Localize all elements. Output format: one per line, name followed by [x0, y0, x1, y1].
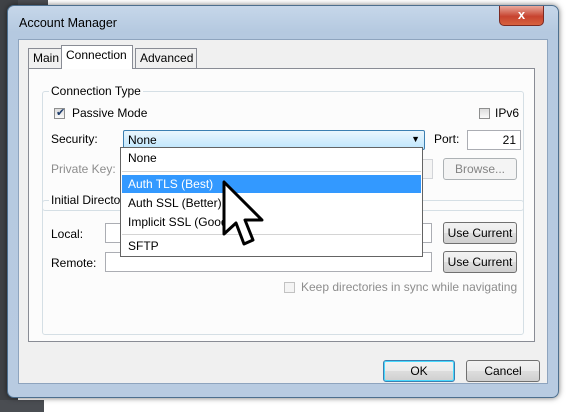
private-key-label: Private Key:	[51, 162, 116, 176]
close-button[interactable]: x	[499, 6, 544, 26]
use-current-label: Use Current	[447, 226, 513, 240]
dropdown-separator	[122, 171, 421, 172]
port-field[interactable]: 21	[467, 130, 521, 150]
port-label: Port:	[434, 132, 460, 146]
remote-label: Remote:	[51, 256, 97, 270]
ok-button-label: OK	[410, 364, 428, 378]
dropdown-arrow-icon: ▼	[411, 134, 420, 144]
remote-use-current-button[interactable]: Use Current	[443, 251, 517, 273]
tab-main[interactable]: Main	[28, 48, 62, 68]
keep-in-sync-checkbox[interactable]	[284, 282, 295, 293]
keep-in-sync-label: Keep directories in sync while navigatin…	[301, 280, 518, 294]
dropdown-separator	[122, 234, 421, 235]
security-option-implicit-ssl[interactable]: Implicit SSL (Good)	[122, 213, 421, 231]
security-selected-value: None	[128, 133, 157, 147]
tab-advanced[interactable]: Advanced	[135, 48, 197, 68]
tab-connection[interactable]: Connection	[61, 45, 133, 69]
browse-button-label: Browse...	[454, 162, 505, 176]
connection-type-legend: Connection Type	[49, 84, 143, 98]
use-current-label: Use Current	[447, 255, 513, 269]
option-label: Auth TLS (Best)	[128, 177, 214, 191]
security-option-auth-ssl[interactable]: Auth SSL (Better)	[122, 194, 421, 212]
option-label: Auth SSL (Better)	[128, 196, 222, 210]
cancel-button-label: Cancel	[484, 364, 522, 378]
port-value: 21	[502, 133, 516, 147]
close-icon: x	[517, 7, 526, 22]
desktop-background-bottom	[0, 400, 44, 412]
security-label: Security:	[51, 132, 98, 146]
security-option-sftp[interactable]: SFTP	[122, 237, 421, 255]
security-option-auth-tls[interactable]: Auth TLS (Best)	[122, 175, 421, 193]
tab-label: Main	[33, 51, 60, 65]
mouse-pointer-icon	[222, 180, 264, 246]
passive-mode-label: Passive Mode	[72, 106, 148, 120]
local-use-current-button[interactable]: Use Current	[443, 222, 517, 244]
ipv6-checkbox[interactable]	[479, 108, 490, 119]
local-label: Local:	[51, 227, 84, 241]
tab-label: Connection	[66, 48, 127, 62]
option-label: SFTP	[128, 239, 159, 253]
option-label: Implicit SSL (Good)	[128, 215, 232, 229]
ok-button[interactable]: OK	[383, 360, 455, 382]
option-label: None	[128, 151, 157, 165]
browse-button[interactable]: Browse...	[443, 158, 517, 180]
ipv6-label: IPv6	[495, 106, 520, 120]
window-title: Account Manager	[19, 16, 117, 30]
security-dropdown-list: None Auth TLS (Best) Auth SSL (Better) I…	[120, 147, 423, 257]
tab-label: Advanced	[140, 51, 194, 65]
cancel-button[interactable]: Cancel	[466, 360, 540, 382]
security-option-none[interactable]: None	[122, 149, 421, 167]
passive-mode-checkbox[interactable]: ✔	[54, 107, 66, 119]
check-icon: ✔	[56, 107, 66, 119]
